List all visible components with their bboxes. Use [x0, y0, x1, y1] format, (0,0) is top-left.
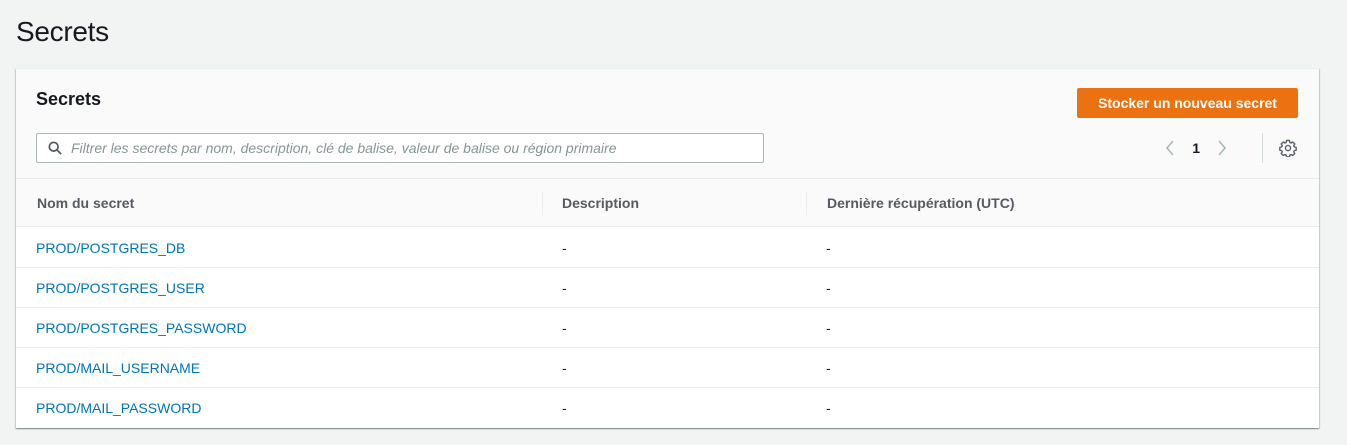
column-divider — [806, 191, 807, 215]
description-cell: - — [562, 360, 567, 376]
table-row: PROD/MAIL_USERNAME - - — [16, 348, 1319, 388]
last-retrieved-cell: - — [826, 280, 831, 296]
gear-icon[interactable] — [1278, 138, 1298, 158]
column-header-description[interactable]: Description — [562, 179, 639, 227]
panel-header: Secrets Stocker un nouveau secret 1 — [16, 69, 1319, 179]
secret-name-link[interactable]: PROD/MAIL_USERNAME — [36, 360, 200, 376]
secret-name-link[interactable]: PROD/POSTGRES_PASSWORD — [36, 320, 247, 336]
column-divider — [542, 191, 543, 215]
column-header-name[interactable]: Nom du secret — [37, 179, 134, 227]
table-header: Nom du secret Description Dernière récup… — [16, 179, 1319, 227]
secret-name-link[interactable]: PROD/POSTGRES_USER — [36, 280, 205, 296]
search-box — [36, 133, 764, 163]
description-cell: - — [562, 280, 567, 296]
search-input[interactable] — [71, 134, 763, 162]
description-cell: - — [562, 240, 567, 256]
table-row: PROD/POSTGRES_DB - - — [16, 228, 1319, 268]
store-new-secret-button[interactable]: Stocker un nouveau secret — [1077, 88, 1298, 118]
last-retrieved-cell: - — [826, 360, 831, 376]
description-cell: - — [562, 320, 567, 336]
search-icon — [47, 140, 63, 156]
secret-name-link[interactable]: PROD/MAIL_PASSWORD — [36, 400, 201, 416]
page-title: Secrets — [16, 16, 109, 47]
table-row: PROD/MAIL_PASSWORD - - — [16, 388, 1319, 428]
last-retrieved-cell: - — [826, 320, 831, 336]
chevron-left-icon[interactable] — [1161, 139, 1179, 157]
table-row: PROD/POSTGRES_USER - - — [16, 268, 1319, 308]
table-row: PROD/POSTGRES_PASSWORD - - — [16, 308, 1319, 348]
pagination: 1 — [1161, 139, 1231, 157]
pager-divider — [1262, 133, 1263, 163]
current-page[interactable]: 1 — [1192, 140, 1200, 156]
secret-name-link[interactable]: PROD/POSTGRES_DB — [36, 240, 185, 256]
chevron-right-icon[interactable] — [1213, 139, 1231, 157]
secrets-panel: Secrets Stocker un nouveau secret 1 — [16, 68, 1319, 428]
description-cell: - — [562, 400, 567, 416]
panel-title: Secrets — [36, 89, 102, 109]
last-retrieved-cell: - — [826, 400, 831, 416]
last-retrieved-cell: - — [826, 240, 831, 256]
column-header-last-retrieved[interactable]: Dernière récupération (UTC) — [827, 179, 1014, 227]
